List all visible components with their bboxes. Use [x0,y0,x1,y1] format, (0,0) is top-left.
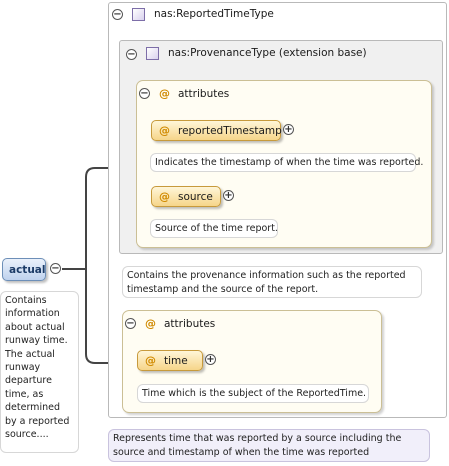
element-documentation: Contains information about actual runway… [0,291,79,453]
extension-documentation: Contains the provenance information such… [122,266,422,298]
attribute-source[interactable]: @ source [151,186,221,207]
source-documentation: Source of the time report. [150,219,278,238]
attribute-name: time [164,355,188,367]
attribute-icon: @ [145,354,156,367]
element-actual[interactable]: actual [2,258,46,281]
collapse-extension-button[interactable]: − [126,49,137,60]
type-documentation: Represents time that was reported by a s… [108,429,430,462]
element-name: actual [9,264,46,276]
complex-type-icon [132,8,145,21]
collapse-provenance-attributes-button[interactable]: − [139,88,150,99]
collapse-type-button[interactable]: − [112,9,123,20]
attribute-name: reportedTimestamp [178,125,282,137]
collapse-element-button[interactable]: − [50,263,61,274]
extension-type-icon [146,47,159,60]
collapse-own-attributes-button[interactable]: − [125,318,136,329]
attributes-icon: @ [145,317,156,330]
time-documentation: Time which is the subject of the Reporte… [137,384,369,403]
attributes-icon: @ [159,87,170,100]
provenance-attributes-label: attributes [178,88,230,100]
attribute-icon: @ [159,190,170,203]
attribute-time[interactable]: @ time [137,350,203,371]
reportedTimestamp-documentation: Indicates the timestamp of when the time… [150,153,423,172]
expand-time-button[interactable]: + [205,354,216,365]
attribute-reportedTimestamp[interactable]: @ reportedTimestamp [151,120,282,141]
expand-reportedTimestamp-button[interactable]: + [283,124,294,135]
type-name: nas:ReportedTimeType [154,8,274,20]
attribute-icon: @ [159,124,170,137]
extension-name: nas:ProvenanceType (extension base) [168,47,367,59]
attribute-name: source [178,191,213,203]
own-attributes-label: attributes [164,318,216,330]
expand-source-button[interactable]: + [223,190,234,201]
